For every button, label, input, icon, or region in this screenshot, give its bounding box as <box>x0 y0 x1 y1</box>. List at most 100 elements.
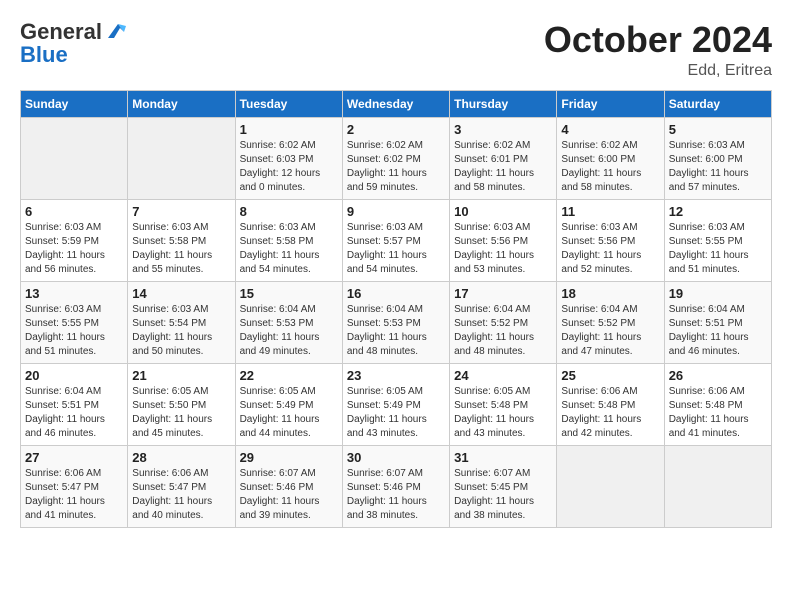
day-number: 1 <box>240 122 338 137</box>
day-number: 11 <box>561 204 659 219</box>
day-info: Sunrise: 6:06 AMSunset: 5:48 PMDaylight:… <box>669 385 767 441</box>
col-saturday: Saturday <box>664 90 771 117</box>
calendar-week-1: 1 Sunrise: 6:02 AMSunset: 6:03 PMDaylight… <box>21 117 772 199</box>
daylight-text: Daylight: 11 hours and 42 minutes. <box>561 413 659 441</box>
daylight-text: Daylight: 11 hours and 43 minutes. <box>454 413 552 441</box>
daylight-text: Daylight: 11 hours and 53 minutes. <box>454 249 552 277</box>
sunset-text: Sunset: 5:56 PM <box>561 235 659 249</box>
day-number: 10 <box>454 204 552 219</box>
sunset-text: Sunset: 5:51 PM <box>25 399 123 413</box>
daylight-text: Daylight: 11 hours and 41 minutes. <box>669 413 767 441</box>
daylight-text: Daylight: 11 hours and 56 minutes. <box>25 249 123 277</box>
daylight-text: Daylight: 11 hours and 47 minutes. <box>561 331 659 359</box>
sunset-text: Sunset: 5:46 PM <box>240 481 338 495</box>
col-friday: Friday <box>557 90 664 117</box>
sunrise-text: Sunrise: 6:07 AM <box>240 467 338 481</box>
sunrise-text: Sunrise: 6:04 AM <box>561 303 659 317</box>
day-info: Sunrise: 6:06 AMSunset: 5:47 PMDaylight:… <box>132 467 230 523</box>
daylight-text: Daylight: 11 hours and 43 minutes. <box>347 413 445 441</box>
sunset-text: Sunset: 5:45 PM <box>454 481 552 495</box>
calendar-week-4: 20Sunrise: 6:04 AMSunset: 5:51 PMDayligh… <box>21 363 772 445</box>
day-number: 5 <box>669 122 767 137</box>
sunset-text: Sunset: 5:56 PM <box>454 235 552 249</box>
calendar-week-5: 27Sunrise: 6:06 AMSunset: 5:47 PMDayligh… <box>21 445 772 527</box>
day-info: Sunrise: 6:05 AMSunset: 5:50 PMDaylight:… <box>132 385 230 441</box>
sunrise-text: Sunrise: 6:03 AM <box>669 139 767 153</box>
calendar-cell: 15Sunrise: 6:04 AMSunset: 5:53 PMDayligh… <box>235 281 342 363</box>
calendar-cell: 5Sunrise: 6:03 AMSunset: 6:00 PMDaylight… <box>664 117 771 199</box>
calendar-cell: 14Sunrise: 6:03 AMSunset: 5:54 PMDayligh… <box>128 281 235 363</box>
logo: General Blue <box>20 20 126 66</box>
daylight-text: Daylight: 11 hours and 38 minutes. <box>347 495 445 523</box>
day-info: Sunrise: 6:02 AMSunset: 6:03 PMDaylight:… <box>240 139 338 195</box>
sunrise-text: Sunrise: 6:04 AM <box>240 303 338 317</box>
header-row: Sunday Monday Tuesday Wednesday Thursday… <box>21 90 772 117</box>
day-number: 25 <box>561 368 659 383</box>
logo-general: General <box>20 21 102 43</box>
sunrise-text: Sunrise: 6:06 AM <box>669 385 767 399</box>
daylight-text: Daylight: 11 hours and 59 minutes. <box>347 167 445 195</box>
sunset-text: Sunset: 5:53 PM <box>347 317 445 331</box>
sunset-text: Sunset: 5:48 PM <box>669 399 767 413</box>
day-number: 17 <box>454 286 552 301</box>
sunset-text: Sunset: 5:58 PM <box>132 235 230 249</box>
sunset-text: Sunset: 5:48 PM <box>561 399 659 413</box>
calendar-cell: 7Sunrise: 6:03 AMSunset: 5:58 PMDaylight… <box>128 199 235 281</box>
sunrise-text: Sunrise: 6:03 AM <box>25 303 123 317</box>
day-number: 8 <box>240 204 338 219</box>
day-info: Sunrise: 6:05 AMSunset: 5:49 PMDaylight:… <box>347 385 445 441</box>
calendar-cell: 8Sunrise: 6:03 AMSunset: 5:58 PMDaylight… <box>235 199 342 281</box>
calendar-cell: 1 Sunrise: 6:02 AMSunset: 6:03 PMDaylight… <box>235 117 342 199</box>
day-number: 14 <box>132 286 230 301</box>
sunrise-text: Sunrise: 6:07 AM <box>347 467 445 481</box>
daylight-text: Daylight: 11 hours and 52 minutes. <box>561 249 659 277</box>
day-info: Sunrise: 6:04 AMSunset: 5:53 PMDaylight:… <box>240 303 338 359</box>
sunrise-text: Sunrise: 6:03 AM <box>240 221 338 235</box>
day-info: Sunrise: 6:03 AMSunset: 5:55 PMDaylight:… <box>669 221 767 277</box>
calendar-week-3: 13Sunrise: 6:03 AMSunset: 5:55 PMDayligh… <box>21 281 772 363</box>
daylight-text: Daylight: 11 hours and 39 minutes. <box>240 495 338 523</box>
sunrise-text: Sunrise: 6:04 AM <box>669 303 767 317</box>
day-number: 20 <box>25 368 123 383</box>
sunset-text: Sunset: 5:54 PM <box>132 317 230 331</box>
calendar-cell: 21 Sunrise: 6:05 AMSunset: 5:50 PMDayligh… <box>128 363 235 445</box>
daylight-text: Daylight: 11 hours and 46 minutes. <box>669 331 767 359</box>
calendar-cell: 2 Sunrise: 6:02 AMSunset: 6:02 PMDaylight… <box>342 117 449 199</box>
sunrise-text: Sunrise: 6:06 AM <box>132 467 230 481</box>
calendar-cell: 17Sunrise: 6:04 AMSunset: 5:52 PMDayligh… <box>450 281 557 363</box>
sunrise-text: Sunrise: 6:03 AM <box>132 303 230 317</box>
sunrise-text: Sunrise: 6:07 AM <box>454 467 552 481</box>
calendar-cell: 26 Sunrise: 6:06 AMSunset: 5:48 PMDayligh… <box>664 363 771 445</box>
day-info: Sunrise: 6:05 AMSunset: 5:48 PMDaylight:… <box>454 385 552 441</box>
col-monday: Monday <box>128 90 235 117</box>
day-info: Sunrise: 6:05 AMSunset: 5:49 PMDaylight:… <box>240 385 338 441</box>
sunrise-text: Sunrise: 6:05 AM <box>454 385 552 399</box>
col-thursday: Thursday <box>450 90 557 117</box>
calendar-cell: 23Sunrise: 6:05 AMSunset: 5:49 PMDayligh… <box>342 363 449 445</box>
calendar-cell: 9Sunrise: 6:03 AMSunset: 5:57 PMDaylight… <box>342 199 449 281</box>
sunrise-text: Sunrise: 6:03 AM <box>454 221 552 235</box>
day-info: Sunrise: 6:03 AMSunset: 5:55 PMDaylight:… <box>25 303 123 359</box>
calendar-cell: 12Sunrise: 6:03 AMSunset: 5:55 PMDayligh… <box>664 199 771 281</box>
day-number: 21 <box>132 368 230 383</box>
daylight-text: Daylight: 11 hours and 48 minutes. <box>347 331 445 359</box>
day-info: Sunrise: 6:02 AMSunset: 6:00 PMDaylight:… <box>561 139 659 195</box>
daylight-text: Daylight: 11 hours and 51 minutes. <box>25 331 123 359</box>
sunset-text: Sunset: 6:00 PM <box>669 153 767 167</box>
sunset-text: Sunset: 5:52 PM <box>454 317 552 331</box>
sunset-text: Sunset: 5:46 PM <box>347 481 445 495</box>
sunset-text: Sunset: 5:52 PM <box>561 317 659 331</box>
calendar-cell: 18Sunrise: 6:04 AMSunset: 5:52 PMDayligh… <box>557 281 664 363</box>
day-number: 2 <box>347 122 445 137</box>
daylight-text: Daylight: 11 hours and 58 minutes. <box>454 167 552 195</box>
day-number: 26 <box>669 368 767 383</box>
day-info: Sunrise: 6:06 AMSunset: 5:47 PMDaylight:… <box>25 467 123 523</box>
day-info: Sunrise: 6:02 AMSunset: 6:02 PMDaylight:… <box>347 139 445 195</box>
day-number: 3 <box>454 122 552 137</box>
daylight-text: Daylight: 11 hours and 45 minutes. <box>132 413 230 441</box>
day-number: 4 <box>561 122 659 137</box>
sunrise-text: Sunrise: 6:05 AM <box>347 385 445 399</box>
day-info: Sunrise: 6:03 AMSunset: 5:56 PMDaylight:… <box>454 221 552 277</box>
sunrise-text: Sunrise: 6:06 AM <box>25 467 123 481</box>
calendar-cell: 13Sunrise: 6:03 AMSunset: 5:55 PMDayligh… <box>21 281 128 363</box>
